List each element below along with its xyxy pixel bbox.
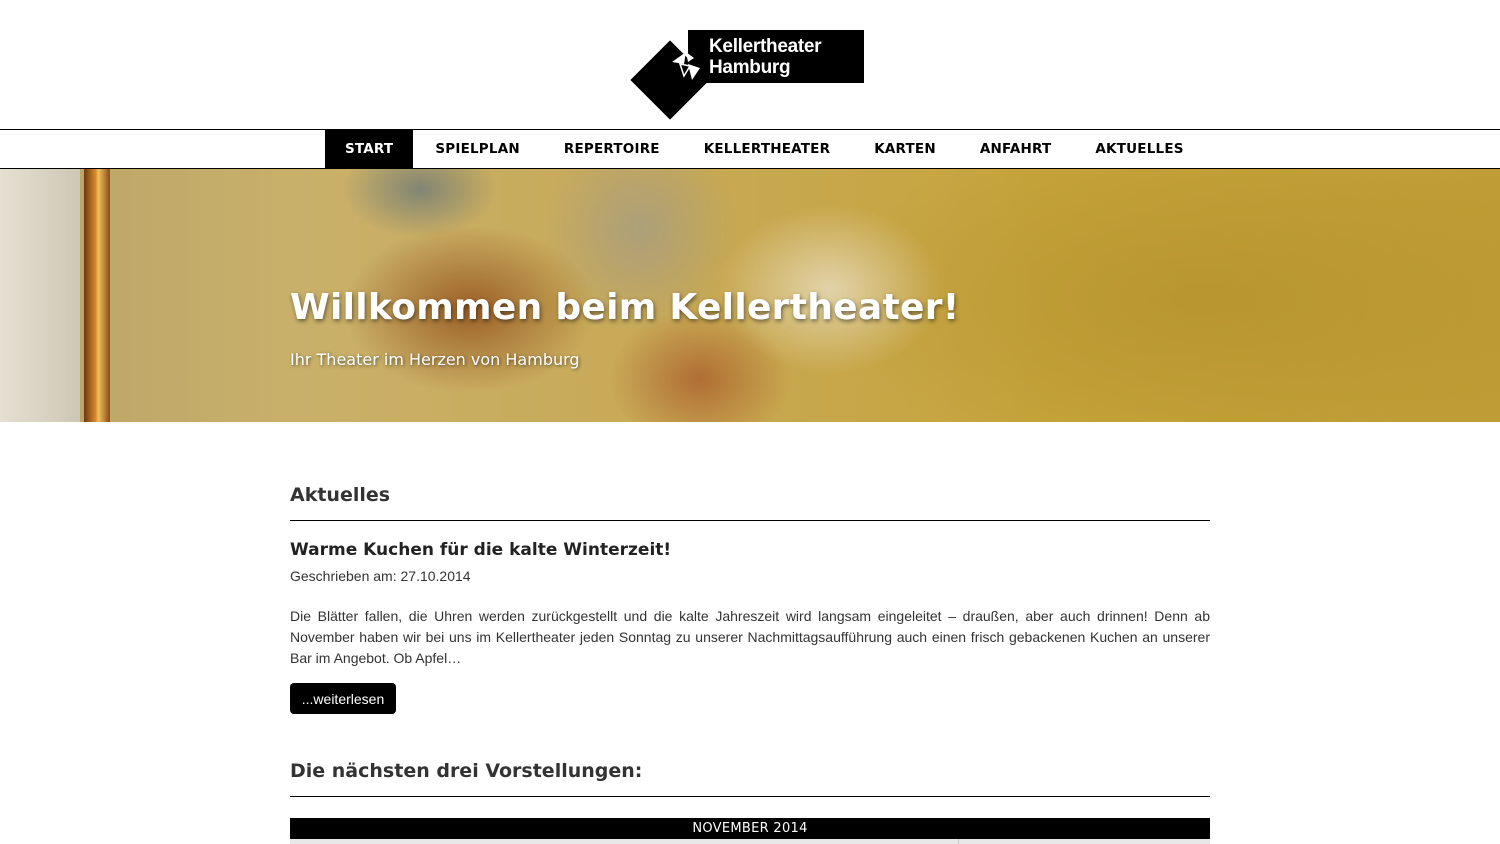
news-article-title[interactable]: Warme Kuchen für die kalte Winterzeit! <box>290 540 671 560</box>
hero-banner: Willkommen beim Kellertheater! Ihr Theat… <box>0 169 1500 422</box>
theater-diamond-logo-icon <box>672 52 700 80</box>
hero-title: Willkommen beim Kellertheater! <box>290 287 960 328</box>
table-row <box>290 839 1210 844</box>
nav-item-repertoire[interactable]: REPERTOIRE <box>542 130 682 168</box>
section-divider <box>290 796 1210 797</box>
nav-item-kellertheater[interactable]: KELLERTHEATER <box>682 130 852 168</box>
hero-subtitle: Ihr Theater im Herzen von Hamburg <box>290 350 580 369</box>
logo-wordmark-box: Kellertheater Hamburg <box>688 30 864 83</box>
nav-item-anfahrt[interactable]: ANFAHRT <box>958 130 1074 168</box>
hero-image-frame <box>84 169 110 422</box>
read-more-button[interactable]: ...weiterlesen <box>290 683 396 714</box>
logo-line-2: Hamburg <box>709 57 791 78</box>
main-navigation: START SPIELPLAN REPERTOIRE KELLERTHEATER… <box>0 129 1500 169</box>
news-section-title: Aktuelles <box>290 484 391 506</box>
news-article-date: Geschrieben am: 27.10.2014 <box>290 568 471 584</box>
table-column-divider <box>958 839 959 844</box>
site-logo[interactable]: Kellertheater Hamburg <box>630 30 864 120</box>
nav-item-spielplan[interactable]: SPIELPLAN <box>413 130 542 168</box>
site-header: Kellertheater Hamburg <box>0 0 1500 129</box>
nav-item-start[interactable]: START <box>325 130 414 168</box>
performances-month-header: NOVEMBER 2014 <box>290 818 1210 839</box>
section-divider <box>290 520 1210 521</box>
logo-line-1: Kellertheater <box>709 36 822 57</box>
hero-image-window-pane <box>0 169 80 422</box>
performances-section-title: Die nächsten drei Vorstellungen: <box>290 760 643 782</box>
news-article-excerpt: Die Blätter fallen, die Uhren werden zur… <box>290 608 1210 666</box>
nav-item-karten[interactable]: KARTEN <box>852 130 958 168</box>
nav-item-aktuelles[interactable]: AKTUELLES <box>1073 130 1205 168</box>
